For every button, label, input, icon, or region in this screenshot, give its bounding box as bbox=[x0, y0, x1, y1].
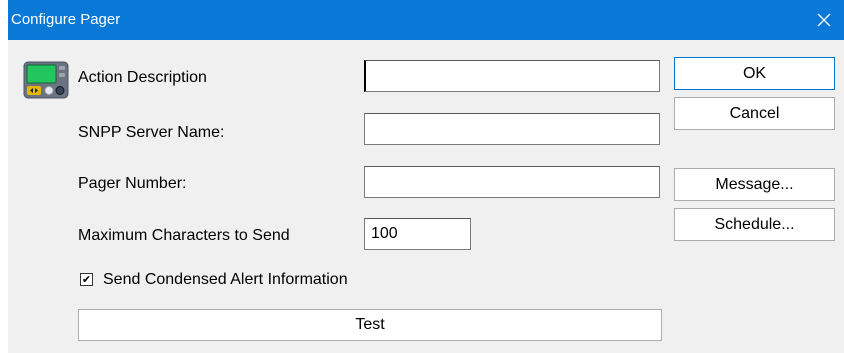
action-description-input[interactable] bbox=[364, 60, 660, 92]
pager-number-input[interactable] bbox=[364, 166, 660, 198]
close-button[interactable] bbox=[804, 0, 844, 40]
message-button[interactable]: Message... bbox=[674, 168, 835, 201]
send-condensed-checkbox[interactable]: ✔ bbox=[80, 273, 93, 286]
max-characters-label: Maximum Characters to Send bbox=[78, 227, 290, 244]
snpp-server-label: SNPP Server Name: bbox=[78, 124, 225, 141]
checkmark-icon: ✔ bbox=[81, 273, 92, 286]
max-characters-input[interactable] bbox=[364, 218, 471, 250]
test-button[interactable]: Test bbox=[78, 309, 662, 341]
configure-pager-dialog: Configure Pager Action Description SNPP … bbox=[8, 0, 844, 353]
cancel-button[interactable]: Cancel bbox=[674, 97, 835, 130]
dialog-title: Configure Pager bbox=[11, 11, 121, 28]
send-condensed-label: Send Condensed Alert Information bbox=[103, 271, 348, 288]
close-icon bbox=[817, 13, 831, 27]
schedule-button[interactable]: Schedule... bbox=[674, 208, 835, 241]
ok-button[interactable]: OK bbox=[674, 57, 835, 90]
snpp-server-input[interactable] bbox=[364, 113, 660, 145]
action-description-label: Action Description bbox=[78, 69, 207, 86]
pager-icon bbox=[23, 61, 69, 99]
title-bar: Configure Pager bbox=[8, 0, 844, 40]
pager-number-label: Pager Number: bbox=[78, 175, 187, 192]
